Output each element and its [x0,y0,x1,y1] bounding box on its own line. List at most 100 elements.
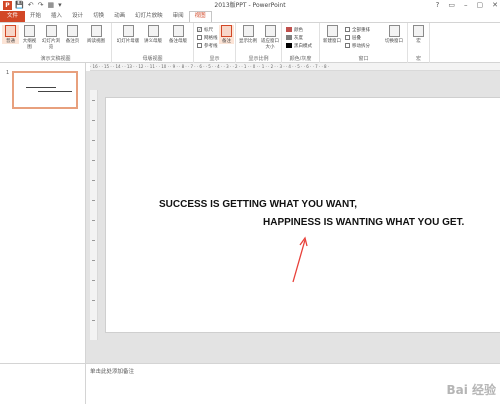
reading-view-icon [90,25,102,37]
ruler-tick [92,220,95,221]
black-white-option[interactable]: 黑白模式 [286,42,312,49]
slide-number: 1 [6,70,10,76]
tab-transitions[interactable]: 切换 [88,11,109,22]
group-zoom: 显示比例 适应窗口大小 显示比例 [236,23,282,63]
group-label-zoom: 显示比例 [248,56,269,62]
reading-view-button[interactable]: 阅读视图 [84,25,108,44]
save-icon[interactable]: 💾 [15,1,24,10]
tab-animations[interactable]: 动画 [109,11,130,22]
color-swatch-icon [286,27,292,32]
tab-file[interactable]: 文件 [0,11,26,22]
checkbox-icon [197,43,202,48]
outline-view-button[interactable]: 大纲视图 [21,25,38,50]
new-window-button[interactable]: 新建窗口 [322,25,342,44]
ruler-tick [92,280,95,281]
switch-window-button[interactable]: 切换窗口 [383,25,405,44]
switch-window-icon [388,25,400,37]
notes-button[interactable]: 备注 [219,25,234,44]
slide-sorter-button[interactable]: 幻灯片浏览 [40,25,62,50]
new-window-icon [326,25,338,37]
group-label-master-views: 母版视图 [142,56,163,62]
ruler-tick [92,160,95,161]
guides-checkbox[interactable]: 参考线 [197,42,218,49]
ribbon: 普通 大纲视图 幻灯片浏览 备注页 阅读视图 演示文稿视图 幻灯片母版 讲义母版… [0,22,500,63]
macros-button[interactable]: 宏 [410,25,427,44]
blackwhite-swatch-icon [286,43,292,48]
zoom-button[interactable]: 显示比例 [238,25,258,44]
ruler-tick [92,260,95,261]
tab-slideshow[interactable]: 幻灯片放映 [130,11,168,22]
color-option[interactable]: 颜色 [286,26,303,33]
group-show: ✓ 标尺 网格线 参考线 备注 显示 [194,23,236,63]
ribbon-tabs: 文件 开始 插入 设计 切换 动画 幻灯片放映 审阅 视图 [0,11,500,22]
powerpoint-app-icon: P [3,1,12,10]
notes-master-button[interactable]: 备注母版 [167,25,189,44]
fit-window-icon [264,25,276,37]
ruler-tick [92,240,95,241]
tab-design[interactable]: 设计 [67,11,88,22]
slide-master-button[interactable]: 幻灯片母版 [116,25,140,44]
fit-to-window-button[interactable]: 适应窗口大小 [260,25,280,50]
notes-left-strip [0,363,86,404]
ruler-tick [92,100,95,101]
split-icon [345,43,350,48]
horizontal-ruler: · 16 · · 15 · · 14 · · 13 · · 12 · · 11 … [90,63,500,71]
thumbnail-text-line [38,91,72,92]
slide-canvas[interactable] [105,97,500,333]
group-color: 颜色 灰度 黑白模式 颜色/灰度 [282,23,320,63]
notes-icon [221,25,232,37]
group-window: 新建窗口 全部重排 层叠 移动拆分 切换窗口 窗口 [320,23,408,63]
slide-text-line-2[interactable]: HAPPINESS IS WANTING WHAT YOU GET. [263,217,464,228]
restore-button[interactable]: ▢ [477,1,484,10]
ruler-tick [92,200,95,201]
window-controls: ? ▭ – ▢ ✕ [436,1,498,10]
cascade-button[interactable]: 层叠 [345,34,361,41]
slide-master-icon [122,25,134,37]
grayscale-swatch-icon [286,35,292,40]
move-split-button[interactable]: 移动拆分 [345,42,370,49]
ruler-checkbox[interactable]: ✓ 标尺 [197,26,213,33]
normal-view-button[interactable]: 普通 [2,25,19,44]
ribbon-display-icon[interactable]: ▭ [448,1,455,10]
normal-view-icon [5,25,16,37]
group-label-color: 颜色/灰度 [289,56,312,62]
group-label-presentation-views: 演示文稿视图 [40,56,71,62]
notes-page-icon [67,25,78,37]
arrange-all-button[interactable]: 全部重排 [345,26,370,33]
minimize-button[interactable]: – [464,1,468,10]
vertical-ruler [90,90,98,340]
help-icon[interactable]: ? [436,1,440,10]
close-button[interactable]: ✕ [492,1,498,10]
notes-master-icon [172,25,184,37]
tab-view[interactable]: 视图 [188,11,212,22]
cascade-icon [345,35,350,40]
red-arrow-annotation [292,236,308,283]
undo-icon[interactable]: ↶ [28,1,34,10]
slide-thumbnail-pane: 1 [0,63,86,363]
handout-master-icon [147,25,159,37]
customize-qat-icon[interactable]: ▾ [58,1,62,10]
checkbox-icon [197,35,202,40]
ruler-tick [92,300,95,301]
notes-placeholder: 单击此处添加备注 [90,369,135,375]
slide-text-line-1[interactable]: SUCCESS IS GETTING WHAT YOU WANT, [159,199,357,210]
notes-page-button[interactable]: 备注页 [64,25,81,44]
notes-pane[interactable]: 单击此处添加备注 [86,363,500,404]
baidu-watermark: Bai 经验 [446,383,496,397]
quick-access-toolbar: 💾 ↶ ↷ ▦ ▾ [15,1,62,10]
group-macro: 宏 宏 [408,23,430,63]
start-slideshow-icon[interactable]: ▦ [47,1,54,10]
slide-thumbnail[interactable] [12,71,78,109]
tab-home[interactable]: 开始 [25,11,46,22]
tab-insert[interactable]: 插入 [46,11,67,22]
ruler-tick [92,140,95,141]
redo-icon[interactable]: ↷ [38,1,44,10]
macro-icon [413,25,424,37]
group-label-show: 显示 [209,56,220,62]
grayscale-option[interactable]: 灰度 [286,34,303,41]
handout-master-button[interactable]: 讲义母版 [142,25,164,44]
gridlines-checkbox[interactable]: 网格线 [197,34,218,41]
tab-review[interactable]: 审阅 [168,11,189,22]
outline-view-icon [24,25,35,37]
group-presentation-views: 普通 大纲视图 幻灯片浏览 备注页 阅读视图 演示文稿视图 [0,23,112,63]
